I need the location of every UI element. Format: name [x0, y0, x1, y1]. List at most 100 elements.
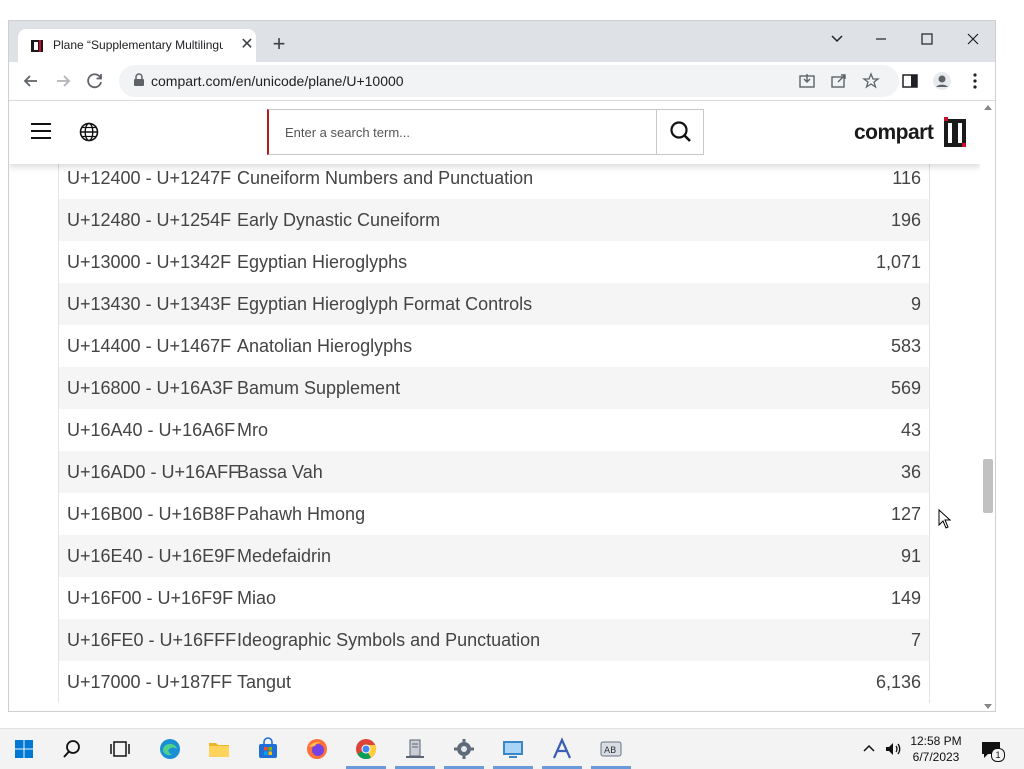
- block-row[interactable]: U+16FE0 - U+16FFF Ideographic Symbols and…: [58, 619, 930, 661]
- block-range-link[interactable]: U+17000 - U+187FF: [67, 672, 232, 693]
- block-char-count: 7: [910, 630, 921, 650]
- block-name-link[interactable]: Tangut: [237, 672, 291, 693]
- server-app-icon[interactable]: [403, 737, 427, 761]
- block-name-link[interactable]: Ideographic Symbols and Punctuation: [237, 630, 540, 651]
- block-range-link[interactable]: U+16A40 - U+16A6F: [67, 420, 235, 441]
- block-row[interactable]: U+16B00 - U+16B8F Pahawh Hmong 127: [58, 493, 930, 535]
- block-range-link[interactable]: U+16F00 - U+16F9F: [67, 588, 233, 609]
- close-window-icon[interactable]: [953, 25, 993, 53]
- block-name-link[interactable]: Anatolian Hieroglyphs: [237, 336, 412, 357]
- new-tab-icon[interactable]: +: [268, 33, 290, 55]
- block-row[interactable]: U+16F00 - U+16F9F Miao 149: [58, 577, 930, 619]
- minimize-icon[interactable]: [861, 25, 901, 53]
- block-range-link[interactable]: U+16E40 - U+16E9F: [67, 546, 235, 567]
- logo-text: compart: [854, 121, 934, 144]
- notification-center-button[interactable]: 1: [980, 739, 1005, 762]
- block-name-link[interactable]: Mro: [237, 420, 268, 441]
- active-tab[interactable]: Plane “Supplementary Multilingual ✕: [18, 29, 256, 62]
- search-button[interactable]: [656, 110, 705, 154]
- show-hidden-icons-chevron-icon[interactable]: [862, 742, 876, 756]
- windows-taskbar: AB 12:58 PM 6/7/2023 1: [0, 728, 1024, 769]
- address-bar[interactable]: compart.com/en/unicode/plane/U+10000: [119, 65, 899, 97]
- block-row[interactable]: U+14400 - U+1467F Anatolian Hieroglyphs 58…: [58, 325, 930, 367]
- remote-desktop-icon[interactable]: [501, 737, 525, 761]
- tab-strip: Plane “Supplementary Multilingual ✕ +: [9, 21, 995, 62]
- scroll-up-arrow-icon[interactable]: [984, 105, 992, 110]
- scrollbar-thumb[interactable]: [983, 459, 993, 513]
- block-char-count: 127: [890, 504, 921, 524]
- tab-search-chevron-icon[interactable]: [817, 25, 857, 53]
- firefox-icon[interactable]: [305, 737, 329, 761]
- block-char-count: 91: [900, 546, 921, 566]
- maximize-icon[interactable]: [907, 25, 947, 53]
- scroll-down-arrow-icon[interactable]: [984, 704, 992, 709]
- block-char-count: 9: [910, 294, 921, 314]
- unicode-blocks-table: U+12400 - U+1247F Cuneiform Numbers and P…: [58, 157, 930, 703]
- block-range-link[interactable]: U+16AD0 - U+16AFF: [67, 462, 239, 483]
- reload-icon[interactable]: [81, 67, 109, 95]
- page-viewport: compart U+12400 - U+1247F Cuneiform Numbe…: [9, 101, 980, 711]
- block-range-link[interactable]: U+13000 - U+1342F: [67, 252, 231, 273]
- block-name-link[interactable]: Egyptian Hieroglyph Format Controls: [237, 294, 532, 315]
- menu-kebab-icon[interactable]: [965, 71, 985, 91]
- page-scrollbar[interactable]: [980, 101, 995, 711]
- site-search: [267, 109, 704, 155]
- globe-language-icon[interactable]: [79, 122, 99, 142]
- chrome-icon[interactable]: [354, 737, 378, 761]
- block-range-link[interactable]: U+16800 - U+16A3F: [67, 378, 233, 399]
- forward-arrow-icon[interactable]: [49, 67, 77, 95]
- install-app-icon[interactable]: [797, 71, 817, 91]
- block-row[interactable]: U+16800 - U+16A3F Bamum Supplement 569: [58, 367, 930, 409]
- tab-close-icon[interactable]: ✕: [236, 34, 258, 56]
- search-taskbar-icon[interactable]: [60, 737, 84, 761]
- block-name-link[interactable]: Medefaidrin: [237, 546, 331, 567]
- block-char-count: 116: [892, 168, 921, 188]
- block-row[interactable]: U+16AD0 - U+16AFF Bassa Vah 36: [58, 451, 930, 493]
- tab-title: Plane “Supplementary Multilingual: [53, 38, 223, 52]
- block-range-link[interactable]: U+13430 - U+1343F: [67, 294, 231, 315]
- block-range-link[interactable]: U+12480 - U+1254F: [67, 210, 231, 231]
- block-char-count: 583: [890, 336, 921, 356]
- block-name-link[interactable]: Early Dynastic Cuneiform: [237, 210, 440, 231]
- block-name-link[interactable]: Miao: [237, 588, 276, 609]
- block-row[interactable]: U+16E40 - U+16E9F Medefaidrin 91: [58, 535, 930, 577]
- block-row[interactable]: U+13000 - U+1342F Egyptian Hieroglyphs 1,0…: [58, 241, 930, 283]
- block-name-link[interactable]: Egyptian Hieroglyphs: [237, 252, 407, 273]
- block-range-link[interactable]: U+12400 - U+1247F: [67, 168, 231, 189]
- block-row[interactable]: U+16A40 - U+16A6F Mro 43: [58, 409, 930, 451]
- hamburger-menu-icon[interactable]: [31, 123, 51, 139]
- block-name-link[interactable]: Bassa Vah: [237, 462, 323, 483]
- block-range-link[interactable]: U+16FE0 - U+16FFF: [67, 630, 236, 651]
- volume-speaker-icon[interactable]: [884, 741, 902, 757]
- block-name-link[interactable]: Pahawh Hmong: [237, 504, 365, 525]
- block-char-count: 149: [890, 588, 921, 608]
- microsoft-store-icon[interactable]: [256, 737, 280, 761]
- file-explorer-icon[interactable]: [207, 737, 231, 761]
- block-row[interactable]: U+17000 - U+187FF Tangut 6,136: [58, 661, 930, 703]
- share-icon[interactable]: [829, 71, 849, 91]
- character-map-icon[interactable]: AB: [599, 737, 623, 761]
- clock-date: 6/7/2023: [912, 750, 960, 764]
- side-panel-icon[interactable]: [900, 71, 920, 91]
- block-name-link[interactable]: Cuneiform Numbers and Punctuation: [237, 168, 533, 189]
- back-arrow-icon[interactable]: [17, 67, 45, 95]
- profile-avatar-icon[interactable]: [932, 71, 952, 91]
- url-text[interactable]: compart.com/en/unicode/plane/U+10000: [151, 73, 404, 89]
- block-row[interactable]: U+12480 - U+1254F Early Dynastic Cuneifor…: [58, 199, 930, 241]
- system-clock[interactable]: 12:58 PM 6/7/2023: [906, 733, 966, 765]
- lock-icon[interactable]: [133, 73, 145, 87]
- url-host: compart.com: [151, 73, 232, 89]
- edge-browser-icon[interactable]: [158, 737, 182, 761]
- block-range-link[interactable]: U+14400 - U+1467F: [67, 336, 231, 357]
- block-range-link[interactable]: U+16B00 - U+16B8F: [67, 504, 235, 525]
- windows-start-icon[interactable]: [12, 737, 36, 761]
- task-view-icon[interactable]: [108, 737, 132, 761]
- browser-window: Plane “Supplementary Multilingual ✕ + co…: [8, 20, 996, 712]
- block-name-link[interactable]: Bamum Supplement: [237, 378, 400, 399]
- settings-gear-icon[interactable]: [452, 737, 476, 761]
- search-input[interactable]: [269, 110, 655, 154]
- bookmark-star-icon[interactable]: [861, 71, 881, 91]
- block-row[interactable]: U+13430 - U+1343F Egyptian Hieroglyph For…: [58, 283, 930, 325]
- font-app-a-icon[interactable]: [550, 737, 574, 761]
- svg-text:AB: AB: [604, 746, 616, 756]
